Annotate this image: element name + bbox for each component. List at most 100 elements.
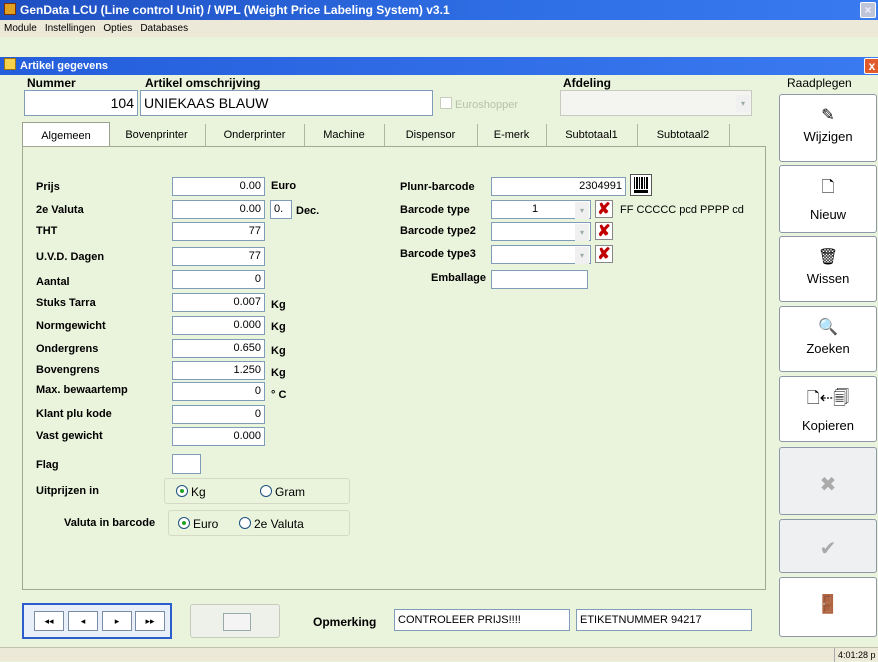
barcodetype-label: Barcode type [400,204,470,216]
checkbox-box [440,97,452,109]
trash-icon: 🗑 [817,249,839,266]
tab-machine[interactable]: Machine [304,124,385,146]
chevron-down-icon[interactable]: ▾ [575,224,589,241]
vast-field[interactable]: 0.000 [172,427,265,446]
nummer-field[interactable]: 104 [24,90,138,116]
opmerking-field-1[interactable]: CONTROLEER PRIJS!!!! [394,609,570,631]
menu-opties[interactable]: Opties [99,23,136,34]
dec-field[interactable]: 0. [270,200,292,219]
tarra-field[interactable]: 0.007 [172,293,265,312]
tab-algemeen[interactable]: Algemeen [22,122,110,147]
opmerking-label: Opmerking [313,615,377,629]
norm-label: Normgewicht [36,320,106,332]
window-close-icon[interactable]: × [860,2,876,18]
radio-euro-label: Euro [193,517,219,531]
klantplu-label: Klant plu kode [36,408,112,420]
boven-field[interactable]: 1.250 [172,361,265,380]
zoeken-button[interactable]: 🔍 Zoeken [779,306,877,372]
aantal-field[interactable]: 0 [172,270,265,289]
menu-databases[interactable]: Databases [136,23,192,34]
bewaar-field[interactable]: 0 [172,382,265,401]
valuta-field[interactable]: 0.00 [172,200,265,219]
tab-subtotaal1[interactable]: Subtotaal1 [546,124,638,146]
wissen-button[interactable]: 🗑 Wissen [779,236,877,302]
delete-barcodetype-icon[interactable]: ✘ [595,200,613,218]
delete-barcodetype3-icon[interactable]: ✘ [595,245,613,263]
prev-record-icon[interactable]: ◂ [68,611,98,631]
nieuw-button[interactable]: 🗋 Nieuw [779,165,877,233]
exit-button[interactable]: 🚪 [779,577,877,637]
afdeling-select[interactable]: ▾ [560,90,752,116]
radio-dot [176,485,188,497]
last-record-icon[interactable]: ▸▸ [135,611,165,631]
tab-bovenprinter[interactable]: Bovenprinter [108,124,206,146]
delete-barcodetype2-icon[interactable]: ✘ [595,222,613,240]
status-bar: 4:01:28 p [0,647,878,662]
euroshopper-checkbox[interactable]: Euroshopper [440,97,518,111]
vast-label: Vast gewicht [36,430,103,442]
valutabarcode-label: Valuta in barcode [64,517,156,529]
dec-label: Dec. [296,205,320,217]
subwindow-close-icon[interactable]: x [864,58,878,74]
barcodetype2-select[interactable]: ▾ [491,222,591,241]
chevron-down-icon[interactable]: ▾ [575,202,589,219]
status-time: 4:01:28 p [834,648,878,662]
euroshopper-label: Euroshopper [455,99,518,111]
kopieren-button[interactable]: 🗋⇠🗐 Kopieren [779,376,877,442]
cancel-x-icon: ✖ [819,474,837,496]
radio-2evaluta[interactable]: 2e Valuta [239,517,304,531]
plunr-label: Plunr-barcode [400,181,475,193]
uvd-field[interactable]: 77 [172,247,265,266]
norm-field[interactable]: 0.000 [172,316,265,335]
flag-label: Flag [36,459,59,471]
flag-field[interactable] [172,454,201,474]
tht-label: THT [36,225,58,237]
next-record-icon[interactable]: ▸ [102,611,132,631]
barcodetype-select[interactable]: 1 ▾ [491,200,591,219]
bewaar-label: Max. bewaartemp [36,384,128,396]
menu-bar: Module Instellingen Opties Databases [0,20,878,37]
radio-kg[interactable]: Kg [176,485,206,499]
klantplu-field[interactable]: 0 [172,405,265,424]
barcodetype3-select[interactable]: ▾ [491,245,591,264]
tab-emerk[interactable]: E-merk [477,124,547,146]
tht-field[interactable]: 77 [172,222,265,241]
chevron-down-icon[interactable]: ▾ [575,247,589,264]
bewaar-unit: ° C [271,389,287,401]
confirm-button[interactable]: ✔ [779,519,877,573]
zoeken-label: Zoeken [806,341,850,356]
opmerking-field-2[interactable]: ETIKETNUMMER 94217 [576,609,752,631]
boven-label: Bovengrens [36,364,100,376]
tab-subtotaal2[interactable]: Subtotaal2 [637,124,730,146]
omschrijving-field[interactable]: UNIEKAAS BLAUW [140,90,433,116]
wissen-label: Wissen [806,271,850,286]
chevron-down-icon[interactable]: ▾ [736,95,750,112]
menu-module[interactable]: Module [0,23,41,34]
sidebar-title: Raadplegen [787,76,852,90]
new-document-icon: 🗋 [821,179,835,196]
barcode-icon[interactable] [630,174,652,196]
emballage-field[interactable] [491,270,588,289]
wijzigen-button[interactable]: ✎ Wijzigen [779,94,877,162]
plunr-field[interactable]: 2304991 [491,177,626,196]
first-record-icon[interactable]: ◂◂ [34,611,64,631]
uitprijzen-group: Kg Gram [164,478,350,504]
radio-kg-label: Kg [191,485,206,499]
keyboard-button[interactable] [190,604,280,638]
form-icon [4,58,16,70]
copy-icon: 🗋⇠🗐 [806,390,850,407]
wijzigen-label: Wijzigen [803,129,853,144]
onder-label: Ondergrens [36,343,99,355]
onder-field[interactable]: 0.650 [172,339,265,358]
tab-onderprinter[interactable]: Onderprinter [205,124,305,146]
prijs-field[interactable]: 0.00 [172,177,265,196]
radio-gram-label: Gram [275,485,305,499]
radio-euro[interactable]: Euro [178,517,218,531]
subwindow-titlebar: Artikel gegevens [0,57,878,75]
radio-dot [239,517,251,529]
menu-instellingen[interactable]: Instellingen [41,23,100,34]
tab-dispensor[interactable]: Dispensor [384,124,478,146]
cancel-button[interactable]: ✖ [779,447,877,515]
radio-gram[interactable]: Gram [260,485,305,499]
app-icon [4,3,16,15]
